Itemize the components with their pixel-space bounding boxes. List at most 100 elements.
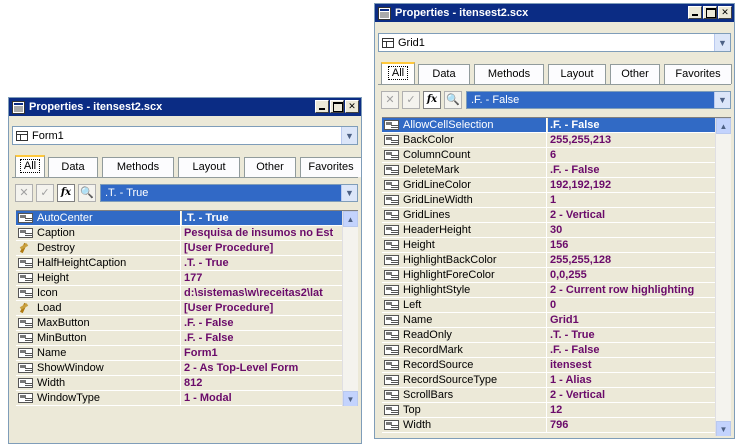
property-row[interactable]: HighlightForeColor 0,0,255 — [382, 268, 715, 283]
property-value[interactable]: .F. - False — [548, 118, 715, 132]
property-value[interactable]: .F. - False — [182, 331, 342, 345]
chevron-down-icon[interactable]: ▼ — [341, 185, 357, 201]
chevron-down-icon[interactable]: ▼ — [341, 127, 357, 144]
property-value[interactable]: d:\sistemas\w\receitas2\lat — [182, 286, 342, 300]
vertical-scrollbar[interactable]: ▲ ▼ — [715, 118, 731, 436]
property-row[interactable]: HighlightBackColor 255,255,128 — [382, 253, 715, 268]
property-value[interactable]: 2 - Vertical — [548, 388, 715, 402]
property-value[interactable]: 30 — [548, 223, 715, 237]
property-value-editor[interactable]: .F. - False ▼ — [466, 91, 731, 109]
tab-all[interactable]: All — [15, 155, 45, 177]
scroll-up-icon[interactable]: ▲ — [343, 211, 358, 227]
property-row[interactable]: MinButton .F. - False — [16, 331, 342, 346]
tab-data[interactable]: Data — [48, 157, 98, 177]
property-value[interactable]: 156 — [548, 238, 715, 252]
close-button[interactable]: ✕ — [718, 6, 732, 19]
scroll-up-icon[interactable]: ▲ — [716, 118, 731, 134]
property-row[interactable]: GridLines 2 - Vertical — [382, 208, 715, 223]
property-value[interactable]: 2 - Current row highlighting — [548, 283, 715, 297]
property-value[interactable]: 1 — [548, 193, 715, 207]
property-row[interactable]: MaxButton .F. - False — [16, 316, 342, 331]
property-row[interactable]: RecordMark .F. - False — [382, 343, 715, 358]
property-value[interactable]: 255,255,213 — [548, 133, 715, 147]
object-selector[interactable]: Form1 ▼ — [12, 126, 358, 145]
property-value[interactable]: 177 — [182, 271, 342, 285]
property-value[interactable]: 0 — [548, 298, 715, 312]
property-value[interactable]: 1 - Alias — [548, 373, 715, 387]
property-row[interactable]: GridLineColor 192,192,192 — [382, 178, 715, 193]
property-row[interactable]: ReadOnly .T. - True — [382, 328, 715, 343]
property-row[interactable]: Width 796 — [382, 418, 715, 433]
property-value[interactable]: 12 — [548, 403, 715, 417]
title-bar[interactable]: Properties - itensest2.scx ✕ — [375, 4, 734, 22]
property-value[interactable]: 255,255,128 — [548, 253, 715, 267]
property-value[interactable]: .F. - False — [548, 163, 715, 177]
vertical-scrollbar[interactable]: ▲ ▼ — [342, 211, 358, 406]
object-selector[interactable]: Grid1 ▼ — [378, 33, 731, 52]
property-row[interactable]: Load [User Procedure] — [16, 301, 342, 316]
property-value[interactable]: .T. - True — [182, 211, 342, 225]
tab-other[interactable]: Other — [610, 64, 660, 84]
property-value[interactable]: 2 - Vertical — [548, 208, 715, 222]
property-row[interactable]: ColumnCount 6 — [382, 148, 715, 163]
property-value[interactable]: .F. - False — [548, 343, 715, 357]
property-row[interactable]: Name Grid1 — [382, 313, 715, 328]
tab-all[interactable]: All — [381, 62, 415, 84]
property-row[interactable]: RecordSource itensest — [382, 358, 715, 373]
function-fx-icon[interactable]: fx — [57, 184, 75, 202]
property-row[interactable]: HalfHeightCaption .T. - True — [16, 256, 342, 271]
property-value[interactable]: 1 - Modal — [182, 391, 342, 405]
property-value[interactable]: 812 — [182, 376, 342, 390]
property-row[interactable]: GridLineWidth 1 — [382, 193, 715, 208]
property-value-editor[interactable]: .T. - True ▼ — [100, 184, 358, 202]
property-row[interactable]: ScrollBars 2 - Vertical — [382, 388, 715, 403]
property-row[interactable]: BackColor 255,255,213 — [382, 133, 715, 148]
property-row[interactable]: DeleteMark .F. - False — [382, 163, 715, 178]
property-value[interactable]: .T. - True — [182, 256, 342, 270]
tab-methods[interactable]: Methods — [102, 157, 174, 177]
property-row[interactable]: Icon d:\sistemas\w\receitas2\lat — [16, 286, 342, 301]
property-value[interactable]: .T. - True — [548, 328, 715, 342]
property-row[interactable]: Width 812 — [16, 376, 342, 391]
cancel-x-icon[interactable]: ✕ — [381, 91, 399, 109]
accept-check-icon[interactable]: ✓ — [36, 184, 54, 202]
property-value[interactable]: [User Procedure] — [182, 301, 342, 315]
property-value[interactable]: Grid1 — [548, 313, 715, 327]
property-value[interactable]: .F. - False — [182, 316, 342, 330]
cancel-x-icon[interactable]: ✕ — [15, 184, 33, 202]
zoom-icon[interactable]: 🔍 — [444, 91, 462, 109]
property-value[interactable]: 0,0,255 — [548, 268, 715, 282]
close-button[interactable]: ✕ — [345, 100, 359, 113]
chevron-down-icon[interactable]: ▼ — [714, 34, 730, 51]
property-value[interactable]: Pesquisa de insumos no Est — [182, 226, 342, 240]
property-value[interactable]: Form1 — [182, 346, 342, 360]
zoom-icon[interactable]: 🔍 — [78, 184, 96, 202]
tab-favorites[interactable]: Favorites — [664, 64, 732, 84]
accept-check-icon[interactable]: ✓ — [402, 91, 420, 109]
property-row[interactable]: AllowCellSelection .F. - False — [382, 118, 715, 133]
minimize-button[interactable] — [315, 100, 329, 113]
property-row[interactable]: ShowWindow 2 - As Top-Level Form — [16, 361, 342, 376]
property-row[interactable]: WindowType 1 - Modal — [16, 391, 342, 406]
scroll-down-icon[interactable]: ▼ — [343, 391, 358, 406]
maximize-button[interactable] — [703, 6, 717, 19]
property-value[interactable]: 796 — [548, 418, 715, 432]
title-bar[interactable]: Properties - itensest2.scx ✕ — [9, 98, 361, 116]
property-value[interactable]: itensest — [548, 358, 715, 372]
scroll-down-icon[interactable]: ▼ — [716, 421, 731, 436]
maximize-button[interactable] — [330, 100, 344, 113]
property-row[interactable]: Top 12 — [382, 403, 715, 418]
chevron-down-icon[interactable]: ▼ — [714, 92, 730, 108]
property-row[interactable]: Height 177 — [16, 271, 342, 286]
tab-layout[interactable]: Layout — [548, 64, 606, 84]
property-row[interactable]: Caption Pesquisa de insumos no Est — [16, 226, 342, 241]
property-value[interactable]: 192,192,192 — [548, 178, 715, 192]
property-row[interactable]: Destroy [User Procedure] — [16, 241, 342, 256]
property-row[interactable]: RecordSourceType 1 - Alias — [382, 373, 715, 388]
minimize-button[interactable] — [688, 6, 702, 19]
property-row[interactable]: HeaderHeight 30 — [382, 223, 715, 238]
property-value[interactable]: 2 - As Top-Level Form — [182, 361, 342, 375]
tab-methods[interactable]: Methods — [474, 64, 544, 84]
property-value[interactable]: [User Procedure] — [182, 241, 342, 255]
property-row[interactable]: Height 156 — [382, 238, 715, 253]
